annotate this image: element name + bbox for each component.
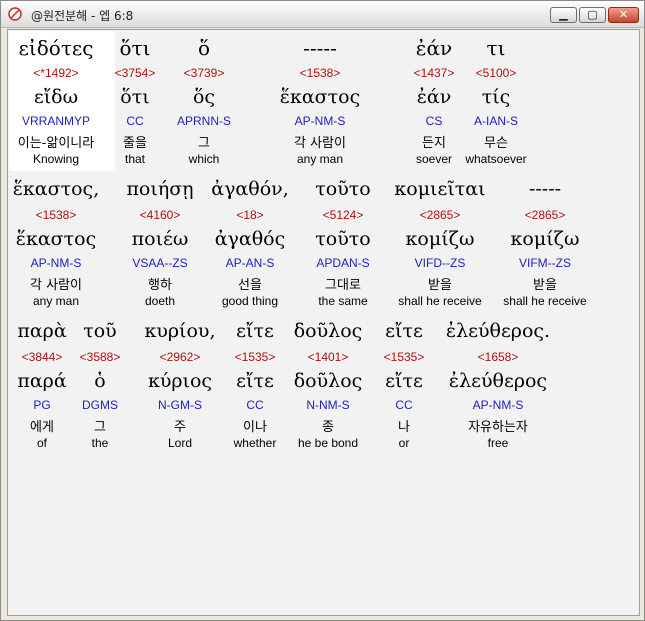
word-eng: any man [296,152,344,166]
word-eng: shall he receive [503,294,587,308]
word-eng: which [188,152,220,166]
word-lemma: τίς [481,86,511,108]
word-eng: shall he receive [398,294,482,308]
word-kor: 각 사람이 [30,278,82,293]
maximize-icon: ▢ [587,8,598,21]
word-morph: VIFM--ZS [519,256,571,270]
word-kor: 받을 [533,278,557,293]
word-lemma: κομίζω [510,228,580,250]
minimize-icon: ▁ [559,8,568,21]
word-morph: AP-NM-S [294,114,346,128]
word-kor: 각 사람이 [294,136,346,151]
word-morph: APRNN-S [176,114,231,128]
word-eng: any man [32,294,80,308]
word-morph: A-IAN-S [473,114,518,128]
word-surface[interactable]: ἐλεύθερος. [443,320,553,342]
title-bar[interactable]: @원전분해 - 엡 6:8 ▁ ▢ ✕ [1,1,644,28]
word-kor: 자유하는자 [468,420,528,435]
word-eng: whatsoever [465,152,527,166]
word-strong[interactable]: <2865> [490,208,600,222]
word-lemma: ὅς [192,86,216,108]
word-strong[interactable]: <3739> [149,66,259,80]
close-icon: ✕ [618,8,629,21]
word-strong[interactable]: <5100> [441,66,551,80]
word-lemma: ἐλεύθερος [448,370,548,392]
interlinear-panel[interactable]: εἰδότες <*1492> εἴδω VRRANMYP 이는-앎이니라 Knowing… [7,29,640,616]
window-title: @원전분해 - 엡 6:8 [31,9,134,23]
word-surface[interactable]: ----- [265,36,375,60]
word-surface[interactable]: τι [441,36,551,60]
word-strong[interactable]: <5124> [288,208,398,222]
word-lemma: κομίζω [405,228,475,250]
app-window: @원전분해 - 엡 6:8 ▁ ▢ ✕ εἰδότες <*1492> εἴδω VR… [0,0,645,621]
word-kor: 그대로 [325,278,361,293]
word-surface[interactable]: κομιεῖται [385,178,495,200]
word-kor: 무슨 [484,136,508,151]
word-kor: 받을 [428,278,452,293]
word-strong[interactable]: <2865> [385,208,495,222]
word-surface[interactable]: ----- [490,178,600,200]
minimize-button[interactable]: ▁ [550,7,577,23]
word-surface[interactable]: ἕκαστος, [8,178,111,200]
word-strong[interactable]: <1538> [8,208,111,222]
maximize-button[interactable]: ▢ [579,7,606,23]
word-strong[interactable]: <1658> [443,350,553,364]
word-morph: AP-NM-S [472,398,524,412]
word-eng: free [487,436,509,450]
word-surface[interactable]: ὅ [149,36,259,60]
close-button[interactable]: ✕ [608,7,639,23]
word-strong[interactable]: <1538> [265,66,375,80]
word-lemma: ἕκαστος [15,228,97,250]
word-lemma: τοῦτο [315,228,371,250]
word-lemma: ἕκαστος [279,86,361,108]
word-eng: the same [318,294,368,308]
word-morph: AP-NM-S [30,256,82,270]
word-surface[interactable]: τοῦτο [288,178,398,200]
app-icon [8,7,22,21]
word-morph: VIFD--ZS [414,256,466,270]
word-morph: APDAN-S [316,256,370,270]
word-kor: 그 [198,136,210,151]
